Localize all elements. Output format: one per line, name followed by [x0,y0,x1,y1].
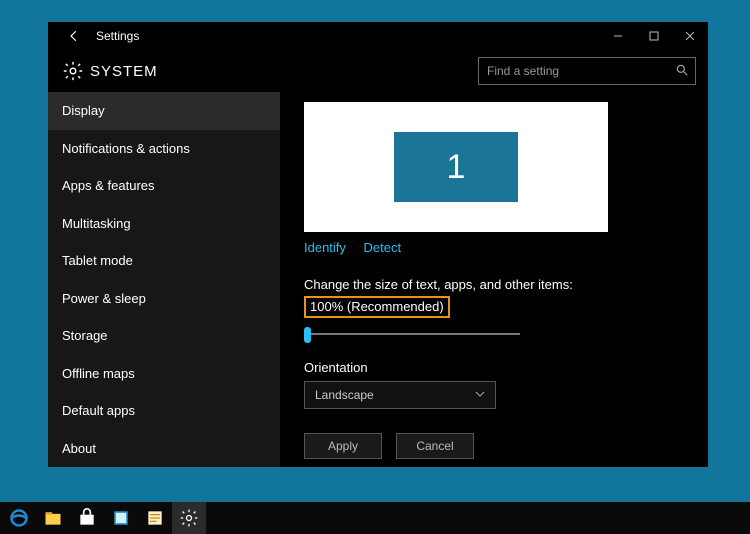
orientation-value: Landscape [315,388,374,402]
scale-label: Change the size of text, apps, and other… [304,277,573,292]
sidebar-item-label: About [62,441,96,456]
search-input[interactable] [487,64,675,78]
orientation-select[interactable]: Landscape [304,381,496,409]
monitor-preview[interactable]: 1 [304,102,608,232]
sidebar-item-maps[interactable]: Offline maps [48,355,280,393]
sidebar-item-power[interactable]: Power & sleep [48,280,280,318]
titlebar: Settings [48,22,708,50]
search-icon [675,63,689,80]
sidebar-item-display[interactable]: Display [48,92,280,130]
taskbar-settings[interactable] [172,502,206,534]
sidebar-item-label: Default apps [62,403,135,418]
detect-link[interactable]: Detect [364,240,402,255]
slider-track [304,333,520,335]
back-button[interactable] [56,29,92,43]
taskbar-store[interactable] [70,502,104,534]
taskbar-notepad[interactable] [104,502,138,534]
sidebar-item-label: Multitasking [62,216,131,231]
taskbar-edge[interactable] [2,502,36,534]
sidebar-item-notifications[interactable]: Notifications & actions [48,130,280,168]
sidebar-item-storage[interactable]: Storage [48,317,280,355]
sidebar-item-label: Tablet mode [62,253,133,268]
taskbar [0,502,750,534]
settings-window: Settings SYSTEM [48,22,708,467]
search-box[interactable] [478,57,696,85]
scale-value: 100% (Recommended) [304,296,450,318]
monitor-number: 1 [447,148,466,187]
sidebar-item-label: Notifications & actions [62,141,190,156]
sidebar-item-default[interactable]: Default apps [48,392,280,430]
identify-link[interactable]: Identify [304,240,346,255]
close-button[interactable] [672,22,708,50]
sidebar-item-label: Display [62,103,105,118]
cancel-button[interactable]: Cancel [396,433,474,459]
slider-thumb[interactable] [304,327,311,343]
orientation-label: Orientation [304,360,684,375]
monitor-tile[interactable]: 1 [394,132,518,202]
minimize-button[interactable] [600,22,636,50]
page-title: SYSTEM [90,63,158,80]
sidebar-item-label: Storage [62,328,108,343]
header: SYSTEM [48,50,708,92]
sidebar-item-label: Power & sleep [62,291,146,306]
apply-button[interactable]: Apply [304,433,382,459]
taskbar-explorer[interactable] [36,502,70,534]
chevron-down-icon [475,388,485,402]
window-title: Settings [92,29,139,43]
main-panel: 1 Identify Detect Change the size of tex… [280,92,708,467]
scale-slider[interactable] [304,326,520,342]
sidebar: Display Notifications & actions Apps & f… [48,92,280,467]
sidebar-item-label: Apps & features [62,178,155,193]
sidebar-item-about[interactable]: About [48,430,280,468]
sidebar-item-tablet[interactable]: Tablet mode [48,242,280,280]
maximize-button[interactable] [636,22,672,50]
taskbar-notes[interactable] [138,502,172,534]
gear-icon [56,60,90,82]
sidebar-item-label: Offline maps [62,366,135,381]
sidebar-item-apps[interactable]: Apps & features [48,167,280,205]
sidebar-item-multitasking[interactable]: Multitasking [48,205,280,243]
